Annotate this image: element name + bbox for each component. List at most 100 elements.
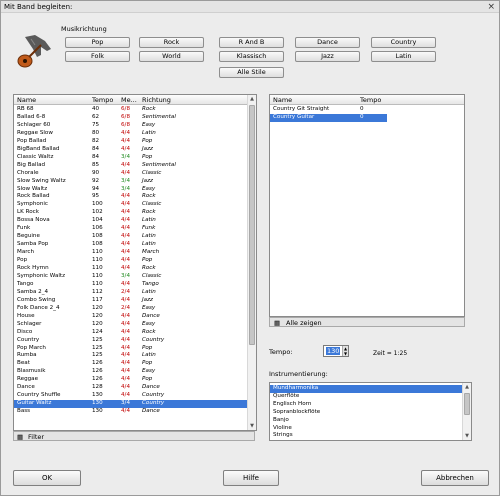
instrument-item[interactable]: Sopranblockflöte [270, 409, 462, 417]
style-button[interactable]: Country [371, 37, 436, 48]
style-button[interactable]: Folk [65, 51, 130, 62]
track-row[interactable]: Country Guitar 0 [270, 114, 387, 122]
cancel-button[interactable]: Abbrechen [421, 470, 489, 486]
style-button[interactable]: R And B [219, 37, 284, 48]
song-tempo: 108 [92, 241, 103, 248]
filter-bar[interactable]: ▦ Filter [13, 431, 255, 441]
song-row[interactable]: Slow Waltz 94 3/4 Easy [14, 186, 256, 194]
instrument-item[interactable]: Englisch Horn [270, 401, 462, 409]
song-row[interactable]: Country Shuffle 130 4/4 Country [14, 392, 256, 400]
instrument-item[interactable]: Violine [270, 425, 462, 433]
track-row[interactable]: Country Git Straight 0 [270, 106, 387, 114]
song-row[interactable]: Folk Dance 2_4 120 2/4 Easy [14, 305, 256, 313]
song-row[interactable]: Disco 124 4/4 Rock [14, 329, 256, 337]
scroll-down-icon[interactable]: ▼ [248, 422, 256, 430]
song-row[interactable]: Combo Swing 117 4/4 Jazz [14, 297, 256, 305]
song-row[interactable]: RB 68 40 6/8 Rock [14, 106, 256, 114]
style-button[interactable]: Rock [139, 37, 204, 48]
instrument-item[interactable]: Mundharmonika [270, 385, 462, 393]
style-button[interactable]: Klassisch [219, 51, 284, 62]
close-icon[interactable]: × [487, 2, 495, 12]
song-row[interactable]: Chorale 90 4/4 Classic [14, 170, 256, 178]
song-meter: 4/4 [121, 360, 131, 367]
song-row[interactable]: Pop Ballad 82 4/4 Pop [14, 138, 256, 146]
song-row[interactable]: Ballad 6-8 62 6/8 Sentimental [14, 114, 256, 122]
song-row[interactable]: Beguine 108 4/4 Latin [14, 233, 256, 241]
song-style: Latin [142, 129, 156, 136]
song-tempo: 106 [92, 225, 103, 232]
col-tempo[interactable]: Tempo [92, 96, 113, 104]
song-row[interactable]: Big Ballad 85 4/4 Sentimental [14, 162, 256, 170]
style-button[interactable]: World [139, 51, 204, 62]
song-name: Schlager 60 [17, 121, 51, 128]
song-style: Dance [142, 408, 160, 415]
song-row[interactable]: Samba 2_4 112 2/4 Latin [14, 289, 256, 297]
song-row[interactable]: BigBand Ballad 84 4/4 Jazz [14, 146, 256, 154]
song-row[interactable]: Slow Swing Waltz 92 3/4 Jazz [14, 178, 256, 186]
song-style: Easy [142, 121, 156, 128]
song-tempo: 80 [92, 129, 100, 136]
inst-scroll-up-icon[interactable]: ▲ [463, 383, 471, 391]
song-row[interactable]: Schlager 60 75 6/8 Easy [14, 122, 256, 130]
song-table[interactable]: Name Tempo Me... Richtung RB 68 40 6/8 Rock… [13, 94, 257, 431]
instrument-name: Querflöte [273, 392, 300, 399]
style-button[interactable]: Dance [295, 37, 360, 48]
song-row[interactable]: Bossa Nova 104 4/4 Latin [14, 217, 256, 225]
song-row[interactable]: Beat 126 4/4 Pop [14, 360, 256, 368]
style-button[interactable]: Alle Stile [219, 67, 284, 78]
song-row[interactable]: March 110 4/4 March [14, 249, 256, 257]
col-track-tempo[interactable]: Tempo [360, 96, 381, 104]
song-row[interactable]: Bass 130 4/4 Dance [14, 408, 256, 416]
song-row[interactable]: Samba Pop 108 4/4 Latin [14, 241, 256, 249]
style-button[interactable]: Pop [65, 37, 130, 48]
song-row[interactable]: Rumba 125 4/4 Latin [14, 352, 256, 360]
song-row[interactable]: Symphonic Waltz 110 3/4 Classic [14, 273, 256, 281]
show-all-bar[interactable]: ▦ Alle zeigen [269, 317, 465, 327]
instrument-item[interactable]: Querflöte [270, 393, 462, 401]
song-row[interactable]: Blasmusik 126 4/4 Easy [14, 368, 256, 376]
col-meter[interactable]: Me... [121, 96, 137, 104]
song-tempo: 130 [92, 400, 103, 407]
song-style: Pop [142, 376, 153, 383]
ok-button[interactable]: OK [13, 470, 81, 486]
song-row[interactable]: Dance 128 4/4 Dance [14, 384, 256, 392]
song-row[interactable]: Funk 106 4/4 Funk [14, 225, 256, 233]
inst-scroll-down-icon[interactable]: ▼ [463, 432, 471, 440]
song-scrollbar[interactable]: ▲ ▼ [247, 95, 256, 430]
song-row[interactable]: Schlager 120 4/4 Easy [14, 321, 256, 329]
tempo-value[interactable]: 130 [326, 347, 341, 355]
song-row[interactable]: Rock Ballad 95 4/4 Rock [14, 193, 256, 201]
song-tempo: 130 [92, 408, 103, 415]
instrument-item[interactable]: Strings [270, 432, 462, 440]
inst-scroll-thumb[interactable] [464, 393, 470, 415]
song-row[interactable]: Reggae 126 4/4 Pop [14, 376, 256, 384]
style-button[interactable]: Latin [371, 51, 436, 62]
col-name[interactable]: Name [17, 96, 36, 104]
song-row[interactable]: Country 125 4/4 Country [14, 337, 256, 345]
song-row[interactable]: House 120 4/4 Dance [14, 313, 256, 321]
song-row[interactable]: Pop March 125 4/4 Pop [14, 345, 256, 353]
song-row[interactable]: Tango 110 4/4 Tango [14, 281, 256, 289]
help-button[interactable]: Hilfe [223, 470, 279, 486]
instrument-list[interactable]: Mundharmonika Querflöte Englisch Horn Sopra… [269, 382, 472, 441]
song-row[interactable]: Rock Hymn 110 4/4 Rock [14, 265, 256, 273]
col-style[interactable]: Richtung [142, 96, 171, 104]
song-row[interactable]: Reggae Slow 80 4/4 Latin [14, 130, 256, 138]
instrument-item[interactable]: Banjo [270, 417, 462, 425]
song-row[interactable]: Guitar Waltz 130 3/4 Country [14, 400, 256, 408]
scroll-thumb[interactable] [249, 105, 255, 345]
tempo-spinner[interactable]: 130 ▲ ▼ [323, 345, 349, 357]
song-row[interactable]: LK Rock 102 4/4 Rock [14, 209, 256, 217]
song-row[interactable]: Classic Waltz 84 3/4 Pop [14, 154, 256, 162]
instrument-scrollbar[interactable]: ▲ ▼ [462, 383, 471, 440]
track-table[interactable]: Name Tempo Country Git Straight 0 Country … [269, 94, 465, 317]
col-track-name[interactable]: Name [273, 96, 292, 104]
spinner-arrows-icon[interactable]: ▲ ▼ [342, 346, 348, 356]
scroll-up-icon[interactable]: ▲ [248, 95, 256, 103]
song-row[interactable]: Pop 110 4/4 Pop [14, 257, 256, 265]
song-meter: 4/4 [121, 233, 131, 240]
song-meter: 4/4 [121, 344, 131, 351]
song-row[interactable]: Symphonic 100 4/4 Classic [14, 201, 256, 209]
song-name: Schlager [17, 320, 42, 327]
style-button[interactable]: Jazz [295, 51, 360, 62]
